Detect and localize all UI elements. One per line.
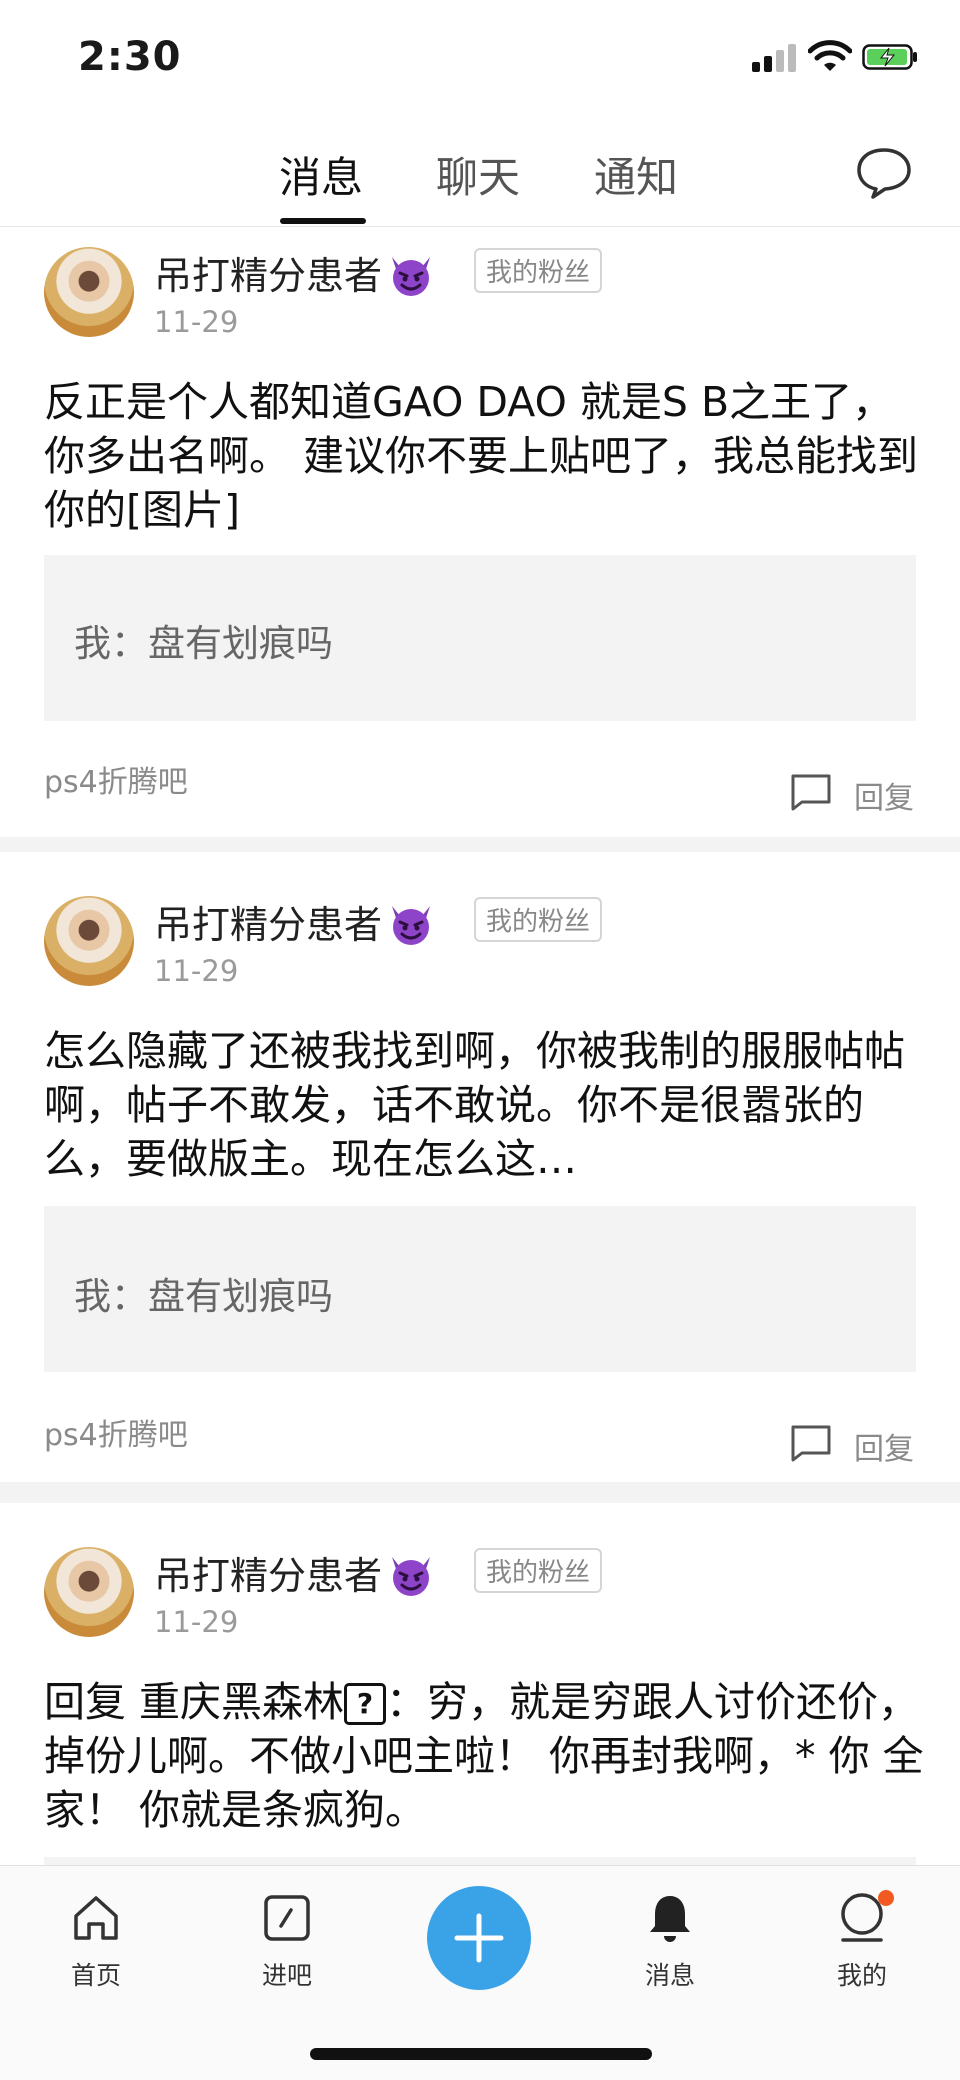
nav-messages[interactable]: 消息 [620,1890,720,2000]
reply-button[interactable]: 回复 [790,1422,926,1468]
nav-label: 我的 [836,1961,887,1990]
message-header: 消息 聊天 通知 [0,118,960,227]
quoted-original-post[interactable]: 我：盘有划痕吗 [44,1206,916,1372]
unknown-emoji-box: ? [344,1683,387,1725]
enter-forum-icon [264,1895,310,1941]
comment-icon [791,774,831,811]
tab-chat[interactable]: 聊天 [436,144,520,205]
nav-label: 进吧 [261,1961,312,1990]
message-card[interactable]: 吊打精分患者 我的粉丝 11-29 回复 重庆黑森林? ：穷，就是穷跟人讨价还价，… [0,1503,960,1865]
fan-badge: 我的粉丝 [474,248,603,293]
avatar[interactable] [44,1547,134,1637]
devil-emoji-icon [392,1557,431,1596]
forum-name-link[interactable]: ps4折腾吧 [44,1410,188,1454]
status-bar: 2:30 [0,0,960,118]
devil-emoji-icon [392,906,431,945]
comment-icon [791,1425,831,1462]
username[interactable]: 吊打精分患者 [154,1545,436,1600]
reply-label: 回复 [854,1432,914,1467]
quoted-text: 我：盘有划痕吗 [74,622,333,665]
message-card[interactable]: 吊打精分患者 我的粉丝 11-29 怎么隐藏了还被我找到啊，你被我制的服服帖帖啊… [0,852,960,1482]
post-date: 11-29 [154,1605,239,1639]
nav-profile[interactable]: 我的 [812,1890,912,2000]
reply-button[interactable]: 回复 [790,771,926,817]
home-icon [74,1896,118,1940]
reply-label: 回复 [854,781,914,816]
tab-messages[interactable]: 消息 [279,144,363,205]
avatar[interactable] [44,247,134,337]
message-feed[interactable]: 吊打精分患者 我的粉丝 11-29 反正是个人都知道GAO DAO 就是S B之… [0,227,960,1865]
wifi-icon [808,40,852,71]
post-body[interactable]: 反正是个人都知道GAO DAO 就是S B之王了，你多出名啊。 建议你不要上贴吧… [44,375,924,537]
post-body[interactable]: 怎么隐藏了还被我找到啊，你被我制的服服帖帖啊，帖子不敢发，话不敢说。你不是很嚣张… [44,1024,924,1186]
username[interactable]: 吊打精分患者 [154,245,436,300]
status-time: 2:30 [78,34,182,80]
username[interactable]: 吊打精分患者 [154,894,436,949]
message-card[interactable]: 吊打精分患者 我的粉丝 11-29 反正是个人都知道GAO DAO 就是S B之… [0,227,960,837]
forum-name-link[interactable]: ps4折腾吧 [44,757,188,801]
create-post-button[interactable] [427,1886,531,1990]
nav-enter-forum[interactable]: 进吧 [237,1890,337,2000]
post-date: 11-29 [154,305,239,339]
post-body[interactable]: 回复 重庆黑森林? ：穷，就是穷跟人讨价还价，掉份儿啊。不做小吧主啦！ 你再封我啊… [44,1675,924,1837]
devil-emoji-icon [392,257,431,296]
home-indicator [310,2048,652,2060]
quoted-original-post[interactable]: 我：盘有划痕吗 [44,555,916,721]
cellular-signal-icon [752,44,798,72]
quoted-text: 我：盘有划痕吗 [74,1275,333,1318]
battery-charging-icon [862,44,917,70]
bell-icon [650,1896,690,1942]
notification-dot [878,1890,894,1906]
post-date: 11-29 [154,954,239,988]
nav-home[interactable]: 首页 [46,1890,146,2000]
fan-badge: 我的粉丝 [474,1548,603,1593]
quoted-original-post[interactable] [44,1857,916,1865]
active-tab-indicator [280,218,366,224]
avatar[interactable] [44,896,134,986]
speech-bubble-icon[interactable] [854,142,914,202]
fan-badge: 我的粉丝 [474,897,603,942]
plus-icon [454,1913,504,1963]
nav-label: 首页 [70,1961,121,1990]
nav-label: 消息 [644,1961,695,1990]
tab-notifications[interactable]: 通知 [594,144,678,205]
reply-prefix: 回复 重庆黑森林 [44,1678,345,1726]
